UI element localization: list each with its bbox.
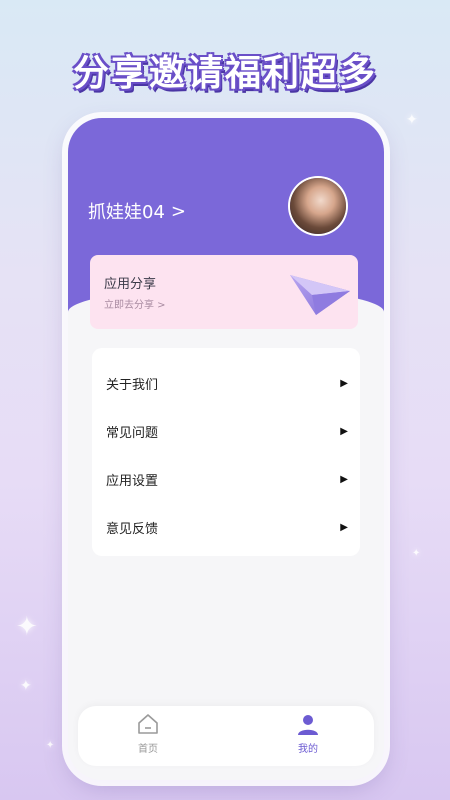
caret-right-icon: ▶ bbox=[340, 473, 348, 485]
menu-item-feedback[interactable]: 意见反馈 ▶ bbox=[92, 503, 360, 551]
caret-right-icon: ▶ bbox=[340, 521, 348, 533]
menu-item-settings[interactable]: 应用设置 ▶ bbox=[92, 455, 360, 503]
sparkle-decoration: ✦ bbox=[412, 548, 421, 559]
user-icon bbox=[298, 715, 318, 735]
caret-right-icon: ▶ bbox=[340, 425, 348, 437]
share-card-link[interactable]: 立即去分享 > bbox=[104, 296, 166, 311]
profile-username-row[interactable]: 抓娃娃04 > bbox=[88, 198, 186, 224]
tab-label: 首页 bbox=[138, 744, 158, 755]
menu-item-label: 应用设置 bbox=[106, 473, 159, 489]
share-card[interactable]: 应用分享 立即去分享 > bbox=[90, 255, 358, 329]
share-card-title: 应用分享 bbox=[104, 277, 157, 292]
menu-item-about[interactable]: 关于我们 ▶ bbox=[92, 359, 360, 407]
sparkle-decoration: ✦ bbox=[406, 112, 418, 128]
menu-item-faq[interactable]: 常见问题 ▶ bbox=[92, 407, 360, 455]
tab-home[interactable]: 首页 bbox=[98, 712, 198, 762]
promo-title: 分享邀请福利超多 bbox=[72, 53, 377, 94]
tab-mine[interactable]: 我的 bbox=[258, 712, 358, 762]
home-icon bbox=[138, 714, 158, 734]
menu-item-label: 意见反馈 bbox=[106, 521, 159, 537]
caret-right-icon: ▶ bbox=[340, 377, 348, 389]
sparkle-decoration: ✦ bbox=[20, 678, 32, 694]
paper-plane-icon bbox=[290, 275, 350, 315]
menu-item-label: 常见问题 bbox=[106, 425, 159, 441]
sparkle-decoration: ✦ bbox=[46, 740, 55, 751]
phone-mockup: 抓娃娃04 > 应用分享 立即去分享 > 关于我们 ▶ 常见问题 ▶ 应用设置 … bbox=[68, 118, 384, 780]
sparkle-decoration: ✦ bbox=[16, 612, 38, 642]
menu-card: 关于我们 ▶ 常见问题 ▶ 应用设置 ▶ 意见反馈 ▶ bbox=[92, 348, 360, 556]
username-label: 抓娃娃04 bbox=[88, 202, 165, 223]
bottom-tab-bar: 首页 我的 bbox=[78, 706, 374, 766]
menu-item-label: 关于我们 bbox=[106, 377, 159, 393]
chevron-right-icon: > bbox=[170, 200, 186, 222]
tab-label: 我的 bbox=[298, 744, 318, 755]
avatar[interactable] bbox=[290, 178, 346, 234]
